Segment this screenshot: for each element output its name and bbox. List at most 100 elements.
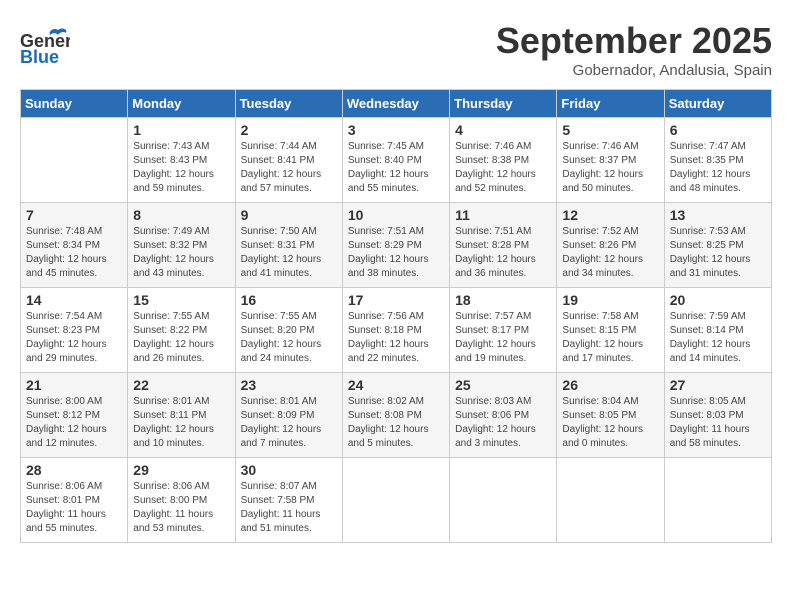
calendar-cell: 5 Sunrise: 7:46 AMSunset: 8:37 PMDaylight… <box>557 118 664 203</box>
calendar-cell: 22 Sunrise: 8:01 AMSunset: 8:11 PMDayligh… <box>128 373 235 458</box>
calendar-cell: 3 Sunrise: 7:45 AMSunset: 8:40 PMDaylight… <box>342 118 449 203</box>
day-info: Sunrise: 7:55 AMSunset: 8:22 PMDaylight:… <box>133 310 229 366</box>
day-info: Sunrise: 7:48 AMSunset: 8:34 PMDaylight:… <box>26 225 122 281</box>
location: Gobernador, Andalusia, Spain <box>496 62 772 79</box>
calendar-cell: 18Sunrise: 7:57 AMSunset: 8:17 PMDayligh… <box>450 288 557 373</box>
day-info: Sunrise: 7:46 AMSunset: 8:37 PMDaylight:… <box>562 140 658 196</box>
week-row-2: 7 Sunrise: 7:48 AMSunset: 8:34 PMDaylight… <box>21 203 772 288</box>
day-info: Sunrise: 7:47 AMSunset: 8:35 PMDaylight:… <box>670 140 766 196</box>
day-number: 12 <box>562 207 658 223</box>
calendar-cell: 30Sunrise: 8:07 AMSunset: 7:58 PMDayligh… <box>235 458 342 543</box>
day-info: Sunrise: 8:06 AMSunset: 8:00 PMDaylight:… <box>133 480 229 536</box>
day-info: Sunrise: 8:01 AMSunset: 8:11 PMDaylight:… <box>133 395 229 451</box>
day-info: Sunrise: 7:45 AMSunset: 8:40 PMDaylight:… <box>348 140 444 196</box>
calendar-cell: 14 Sunrise: 7:54 AMSunset: 8:23 PMDayligh… <box>21 288 128 373</box>
week-row-3: 14 Sunrise: 7:54 AMSunset: 8:23 PMDayligh… <box>21 288 772 373</box>
day-number: 8 <box>133 207 229 223</box>
day-info: Sunrise: 7:43 AMSunset: 8:43 PMDaylight:… <box>133 140 229 196</box>
day-info: Sunrise: 8:07 AMSunset: 7:58 PMDaylight:… <box>241 480 337 536</box>
day-number: 3 <box>348 122 444 138</box>
day-number: 29 <box>133 462 229 478</box>
week-row-5: 28 Sunrise: 8:06 AMSunset: 8:01 PMDayligh… <box>21 458 772 543</box>
day-number: 23 <box>241 377 337 393</box>
weekday-saturday: Saturday <box>664 90 771 118</box>
day-number: 5 <box>562 122 658 138</box>
calendar-cell <box>664 458 771 543</box>
day-number: 2 <box>241 122 337 138</box>
calendar-cell: 25 Sunrise: 8:03 AMSunset: 8:06 PMDayligh… <box>450 373 557 458</box>
calendar-cell: 12 Sunrise: 7:52 AMSunset: 8:26 PMDayligh… <box>557 203 664 288</box>
calendar-cell: 17 Sunrise: 7:56 AMSunset: 8:18 PMDayligh… <box>342 288 449 373</box>
calendar-cell: 2 Sunrise: 7:44 AMSunset: 8:41 PMDaylight… <box>235 118 342 203</box>
day-number: 19 <box>562 292 658 308</box>
day-number: 26 <box>562 377 658 393</box>
day-info: Sunrise: 7:51 AMSunset: 8:29 PMDaylight:… <box>348 225 444 281</box>
week-row-4: 21 Sunrise: 8:00 AMSunset: 8:12 PMDayligh… <box>21 373 772 458</box>
calendar-cell <box>557 458 664 543</box>
day-info: Sunrise: 7:50 AMSunset: 8:31 PMDaylight:… <box>241 225 337 281</box>
day-info: Sunrise: 7:44 AMSunset: 8:41 PMDaylight:… <box>241 140 337 196</box>
day-info: Sunrise: 7:46 AMSunset: 8:38 PMDaylight:… <box>455 140 551 196</box>
day-number: 14 <box>26 292 122 308</box>
weekday-header-row: SundayMondayTuesdayWednesdayThursdayFrid… <box>21 90 772 118</box>
calendar-cell: 11 Sunrise: 7:51 AMSunset: 8:28 PMDayligh… <box>450 203 557 288</box>
calendar-cell: 10 Sunrise: 7:51 AMSunset: 8:29 PMDayligh… <box>342 203 449 288</box>
calendar-cell: 13 Sunrise: 7:53 AMSunset: 8:25 PMDayligh… <box>664 203 771 288</box>
day-number: 25 <box>455 377 551 393</box>
day-info: Sunrise: 7:51 AMSunset: 8:28 PMDaylight:… <box>455 225 551 281</box>
calendar-cell: 24 Sunrise: 8:02 AMSunset: 8:08 PMDayligh… <box>342 373 449 458</box>
calendar-cell: 15Sunrise: 7:55 AMSunset: 8:22 PMDayligh… <box>128 288 235 373</box>
calendar-cell: 8 Sunrise: 7:49 AMSunset: 8:32 PMDaylight… <box>128 203 235 288</box>
day-info: Sunrise: 7:56 AMSunset: 8:18 PMDaylight:… <box>348 310 444 366</box>
day-info: Sunrise: 7:57 AMSunset: 8:17 PMDaylight:… <box>455 310 551 366</box>
day-info: Sunrise: 8:04 AMSunset: 8:05 PMDaylight:… <box>562 395 658 451</box>
day-info: Sunrise: 7:53 AMSunset: 8:25 PMDaylight:… <box>670 225 766 281</box>
calendar-cell: 19Sunrise: 7:58 AMSunset: 8:15 PMDayligh… <box>557 288 664 373</box>
calendar-cell: 9 Sunrise: 7:50 AMSunset: 8:31 PMDaylight… <box>235 203 342 288</box>
day-info: Sunrise: 7:52 AMSunset: 8:26 PMDaylight:… <box>562 225 658 281</box>
day-number: 28 <box>26 462 122 478</box>
day-number: 27 <box>670 377 766 393</box>
day-number: 13 <box>670 207 766 223</box>
calendar-cell: 7 Sunrise: 7:48 AMSunset: 8:34 PMDaylight… <box>21 203 128 288</box>
day-number: 22 <box>133 377 229 393</box>
calendar-cell: 1Sunrise: 7:43 AMSunset: 8:43 PMDaylight… <box>128 118 235 203</box>
calendar-cell: 20 Sunrise: 7:59 AMSunset: 8:14 PMDayligh… <box>664 288 771 373</box>
calendar-cell: 26 Sunrise: 8:04 AMSunset: 8:05 PMDayligh… <box>557 373 664 458</box>
calendar-cell: 23 Sunrise: 8:01 AMSunset: 8:09 PMDayligh… <box>235 373 342 458</box>
day-number: 21 <box>26 377 122 393</box>
day-info: Sunrise: 7:59 AMSunset: 8:14 PMDaylight:… <box>670 310 766 366</box>
day-number: 11 <box>455 207 551 223</box>
month-title: September 2025 <box>496 20 772 62</box>
logo: General Blue <box>20 25 70 70</box>
calendar-cell <box>21 118 128 203</box>
day-number: 10 <box>348 207 444 223</box>
day-info: Sunrise: 8:05 AMSunset: 8:03 PMDaylight:… <box>670 395 766 451</box>
day-info: Sunrise: 8:00 AMSunset: 8:12 PMDaylight:… <box>26 395 122 451</box>
day-info: Sunrise: 7:54 AMSunset: 8:23 PMDaylight:… <box>26 310 122 366</box>
day-number: 16 <box>241 292 337 308</box>
day-info: Sunrise: 8:01 AMSunset: 8:09 PMDaylight:… <box>241 395 337 451</box>
week-row-1: 1Sunrise: 7:43 AMSunset: 8:43 PMDaylight… <box>21 118 772 203</box>
day-info: Sunrise: 7:55 AMSunset: 8:20 PMDaylight:… <box>241 310 337 366</box>
day-number: 17 <box>348 292 444 308</box>
day-number: 20 <box>670 292 766 308</box>
svg-text:Blue: Blue <box>20 47 59 67</box>
day-number: 6 <box>670 122 766 138</box>
day-number: 24 <box>348 377 444 393</box>
day-info: Sunrise: 8:03 AMSunset: 8:06 PMDaylight:… <box>455 395 551 451</box>
calendar-table: SundayMondayTuesdayWednesdayThursdayFrid… <box>20 89 772 543</box>
calendar-cell: 21 Sunrise: 8:00 AMSunset: 8:12 PMDayligh… <box>21 373 128 458</box>
day-number: 7 <box>26 207 122 223</box>
day-number: 9 <box>241 207 337 223</box>
day-info: Sunrise: 7:49 AMSunset: 8:32 PMDaylight:… <box>133 225 229 281</box>
weekday-monday: Monday <box>128 90 235 118</box>
day-info: Sunrise: 8:02 AMSunset: 8:08 PMDaylight:… <box>348 395 444 451</box>
calendar-cell: 27 Sunrise: 8:05 AMSunset: 8:03 PMDayligh… <box>664 373 771 458</box>
day-info: Sunrise: 8:06 AMSunset: 8:01 PMDaylight:… <box>26 480 122 536</box>
day-number: 4 <box>455 122 551 138</box>
calendar-cell: 4 Sunrise: 7:46 AMSunset: 8:38 PMDaylight… <box>450 118 557 203</box>
title-block: September 2025 Gobernador, Andalusia, Sp… <box>496 20 772 79</box>
calendar-cell <box>450 458 557 543</box>
weekday-friday: Friday <box>557 90 664 118</box>
